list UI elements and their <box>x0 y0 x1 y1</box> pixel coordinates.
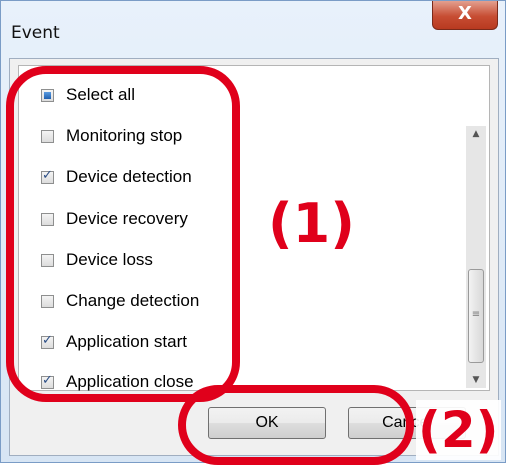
event-label: Device recovery <box>66 209 188 228</box>
checkbox-change-detection[interactable] <box>41 294 54 308</box>
checkbox-monitoring-stop[interactable] <box>41 129 54 143</box>
vertical-scrollbar[interactable]: ▲ ≡ ▼ <box>466 126 486 388</box>
event-item-application-close[interactable]: Application close <box>41 367 194 397</box>
event-dialog: Event X Select all Monitoring stop Devic… <box>0 0 506 463</box>
checkbox-device-loss[interactable] <box>41 253 54 267</box>
event-item-monitoring-stop[interactable]: Monitoring stop <box>41 121 182 151</box>
event-label: Application start <box>66 332 187 351</box>
cancel-button[interactable]: Cancel <box>348 407 466 439</box>
event-item-device-loss[interactable]: Device loss <box>41 245 153 275</box>
arrow-up-icon[interactable]: ▲ <box>466 126 486 142</box>
event-label: Device detection <box>66 167 192 186</box>
event-item-device-recovery[interactable]: Device recovery <box>41 204 188 234</box>
checkbox-device-detection[interactable] <box>41 168 54 184</box>
arrow-down-icon[interactable]: ▼ <box>466 372 486 388</box>
event-item-application-start[interactable]: Application start <box>41 327 187 357</box>
ok-button[interactable]: OK <box>208 407 326 439</box>
event-label: Application close <box>66 372 194 391</box>
select-all-item[interactable]: Select all <box>41 80 135 110</box>
event-list: Select all Monitoring stop Device detect… <box>18 65 490 391</box>
event-label: Select all <box>66 85 135 104</box>
grip-icon: ≡ <box>471 309 481 320</box>
event-label: Monitoring stop <box>66 126 183 145</box>
title-bar: Event X <box>1 1 505 57</box>
dialog-client-area: Select all Monitoring stop Device detect… <box>9 58 499 456</box>
checkbox-application-close[interactable] <box>41 373 54 389</box>
close-button[interactable]: X <box>432 1 498 30</box>
event-item-change-detection[interactable]: Change detection <box>41 286 199 316</box>
event-item-device-detection[interactable]: Device detection <box>41 162 192 192</box>
checkbox-application-start[interactable] <box>41 333 54 349</box>
event-label: Device loss <box>66 250 153 269</box>
window-title: Event <box>11 23 60 43</box>
checkbox-select-all[interactable] <box>41 88 54 102</box>
close-icon: X <box>458 3 472 24</box>
checkbox-device-recovery[interactable] <box>41 212 54 226</box>
scroll-thumb[interactable]: ≡ <box>468 269 484 363</box>
event-label: Change detection <box>66 291 200 310</box>
